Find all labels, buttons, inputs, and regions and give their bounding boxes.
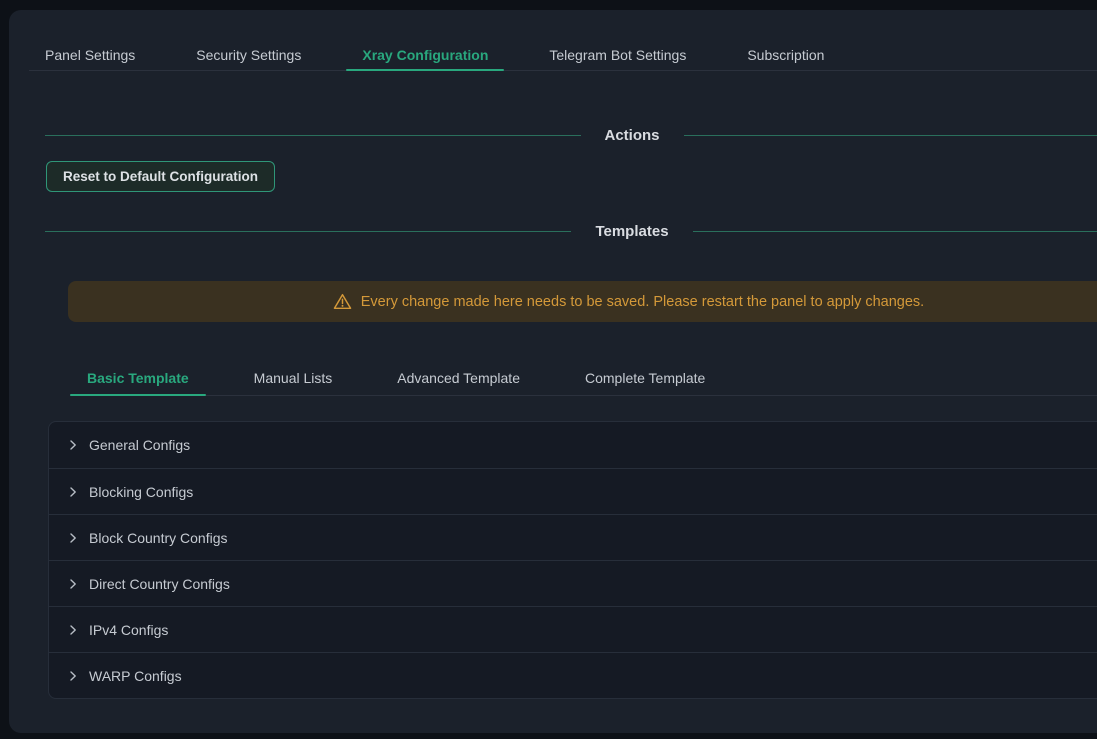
collapse-header-label: General Configs: [89, 437, 190, 453]
tab-telegram-bot-settings[interactable]: Telegram Bot Settings: [533, 40, 702, 70]
divider-line: [45, 231, 571, 232]
actions-section-title: Actions: [605, 127, 660, 144]
chevron-right-icon: [67, 578, 81, 590]
tab-xray-configuration[interactable]: Xray Configuration: [346, 40, 504, 70]
warning-triangle-icon: [333, 293, 352, 310]
collapse-header-ipv4-configs[interactable]: IPv4 Configs: [49, 606, 1097, 652]
tab-manual-lists[interactable]: Manual Lists: [237, 362, 350, 395]
collapse-header-warp-configs[interactable]: WARP Configs: [49, 652, 1097, 698]
collapse-header-direct-country-configs[interactable]: Direct Country Configs: [49, 560, 1097, 606]
warning-message: Every change made here needs to be saved…: [361, 294, 924, 310]
collapse-header-general-configs[interactable]: General Configs: [49, 422, 1097, 468]
chevron-right-icon: [67, 532, 81, 544]
templates-divider: Templates: [45, 223, 1097, 240]
chevron-right-icon: [67, 486, 81, 498]
collapse-header-label: Blocking Configs: [89, 484, 193, 500]
tab-advanced-template[interactable]: Advanced Template: [380, 362, 537, 395]
collapse-header-label: WARP Configs: [89, 668, 182, 684]
divider-line: [684, 135, 1097, 136]
collapse-header-label: IPv4 Configs: [89, 622, 168, 638]
restart-warning-banner: Every change made here needs to be saved…: [68, 281, 1097, 322]
chevron-right-icon: [67, 624, 81, 636]
divider-line: [693, 231, 1097, 232]
tab-panel-settings[interactable]: Panel Settings: [29, 40, 151, 70]
collapse-header-label: Direct Country Configs: [89, 576, 230, 592]
divider-line: [45, 135, 581, 136]
collapse-header-blocking-configs[interactable]: Blocking Configs: [49, 468, 1097, 514]
main-tab-bar: Panel Settings Security Settings Xray Co…: [29, 40, 1097, 71]
actions-divider: Actions: [45, 127, 1097, 144]
tab-subscription[interactable]: Subscription: [731, 40, 840, 70]
collapse-header-label: Block Country Configs: [89, 530, 228, 546]
settings-page: Panel Settings Security Settings Xray Co…: [0, 0, 1097, 739]
chevron-right-icon: [67, 670, 81, 682]
settings-card: Panel Settings Security Settings Xray Co…: [9, 10, 1097, 733]
template-tab-bar: Basic Template Manual Lists Advanced Tem…: [70, 362, 1097, 396]
tab-complete-template[interactable]: Complete Template: [568, 362, 722, 395]
chevron-right-icon: [67, 439, 81, 451]
config-groups-list: General Configs Blocking Configs Block C…: [48, 421, 1097, 699]
reset-to-default-button[interactable]: Reset to Default Configuration: [46, 161, 275, 192]
templates-section-title: Templates: [595, 223, 668, 240]
collapse-header-block-country-configs[interactable]: Block Country Configs: [49, 514, 1097, 560]
tab-security-settings[interactable]: Security Settings: [180, 40, 317, 70]
tab-basic-template[interactable]: Basic Template: [70, 362, 206, 395]
